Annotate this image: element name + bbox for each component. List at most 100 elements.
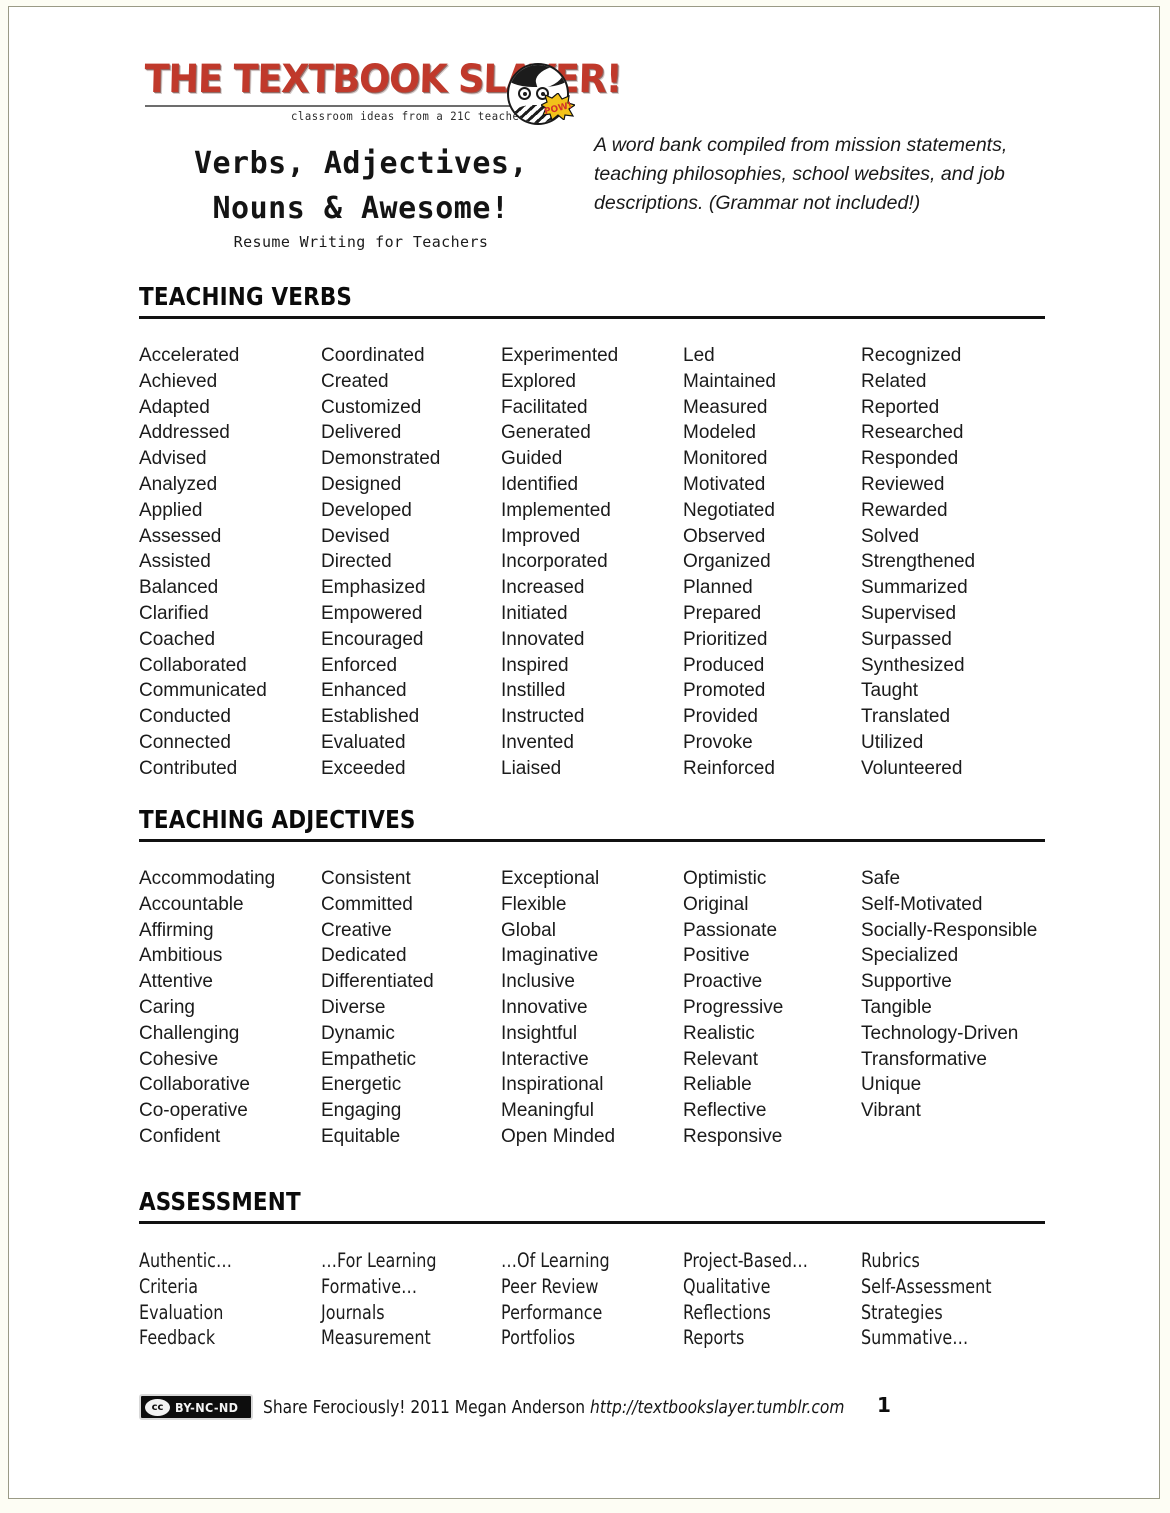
word-item: Original xyxy=(683,893,749,915)
word-item: Prepared xyxy=(683,602,762,624)
word-item: Co-operative xyxy=(139,1100,248,1122)
mascot-eye-left xyxy=(518,87,531,100)
brand-tagline: classroom ideas from a 21C teacher xyxy=(291,109,527,123)
word-item: Evaluated xyxy=(321,731,406,753)
word-item: Devised xyxy=(321,525,390,547)
word-item: Enforced xyxy=(321,654,398,676)
word-item: Balanced xyxy=(139,577,219,599)
word-item: Innovated xyxy=(501,628,585,650)
word-item: Improved xyxy=(501,525,581,547)
word-item: Strategies xyxy=(861,1300,943,1324)
word-item: Meaningful xyxy=(501,1100,594,1122)
word-item: Socially-Responsible xyxy=(861,919,1038,941)
word-item: Imaginative xyxy=(501,945,599,967)
word-item: Customized xyxy=(321,396,422,418)
word-item: Taught xyxy=(861,680,919,702)
word-item: Addressed xyxy=(139,422,230,444)
word-item: Peer Review xyxy=(501,1274,599,1298)
word-item: Communicated xyxy=(139,680,267,702)
word-grid-adjectives: Accommodating Accountable Affirming Ambitio… xyxy=(139,866,1045,1150)
word-item: Promoted xyxy=(683,680,766,702)
word-column: Consistent Committed Creative Dedicated Diff… xyxy=(321,866,501,1150)
word-item: Responsive xyxy=(683,1125,783,1147)
section-heading-adjectives: TEACHING ADJECTIVES xyxy=(139,805,416,834)
word-column: …Of Learning Peer Review Performance Portfo… xyxy=(501,1248,683,1351)
word-item: Motivated xyxy=(683,473,766,495)
word-item: Project-Based… xyxy=(683,1249,808,1272)
word-item: Exceptional xyxy=(501,868,600,889)
word-item: Feedback xyxy=(139,1326,216,1350)
cc-icon: cc xyxy=(145,1398,170,1416)
page-content: THE TEXTBOOK SLAYER! classroom ideas fro… xyxy=(9,7,1159,1498)
word-item: Encouraged xyxy=(321,628,424,650)
word-item: Energetic xyxy=(321,1074,402,1096)
section-divider-assessment xyxy=(139,1221,1045,1224)
word-item: Achieved xyxy=(139,370,218,392)
word-item: Tangible xyxy=(861,996,932,1018)
word-item: Reinforced xyxy=(683,757,775,779)
word-item: Implemented xyxy=(501,499,611,521)
word-item: Inclusive xyxy=(501,971,575,993)
word-item: Proactive xyxy=(683,971,763,993)
word-item: Led xyxy=(683,345,715,366)
word-item: Established xyxy=(321,706,420,728)
footer-url-link[interactable]: http://textbookslayer.tumblr.com xyxy=(590,1397,844,1418)
word-item: Affirming xyxy=(139,919,214,941)
word-item: …For Learning xyxy=(321,1249,437,1272)
word-item: Invented xyxy=(501,731,574,753)
word-item: Realistic xyxy=(683,1022,755,1044)
word-item: Explored xyxy=(501,370,576,392)
word-column: …For Learning Formative… Journals Measureme… xyxy=(321,1248,501,1351)
word-item: Vibrant xyxy=(861,1100,921,1122)
word-item: Progressive xyxy=(683,996,784,1018)
creative-commons-badge: cc BY-NC-ND xyxy=(139,1394,254,1420)
word-item: Interactive xyxy=(501,1048,589,1070)
word-item: Accountable xyxy=(139,893,244,915)
word-item: Authentic… xyxy=(139,1249,232,1272)
word-item: Diverse xyxy=(321,996,386,1018)
word-item: Conducted xyxy=(139,706,231,728)
word-item: Provoke xyxy=(683,731,753,753)
word-item: Reported xyxy=(861,396,940,418)
word-grid-verbs: Accelerated Achieved Adapted Addressed Advis… xyxy=(139,343,1045,782)
word-item: Open Minded xyxy=(501,1125,616,1147)
word-item: Creative xyxy=(321,919,392,941)
document-page: THE TEXTBOOK SLAYER! classroom ideas fro… xyxy=(8,6,1160,1499)
word-item: Performance xyxy=(501,1300,603,1324)
word-item: Volunteered xyxy=(861,757,963,779)
word-item: Global xyxy=(501,919,556,941)
word-column: Accommodating Accountable Affirming Ambitio… xyxy=(139,866,321,1150)
word-column: Authentic… Criteria Evaluation Feedback xyxy=(139,1248,321,1351)
word-item: Demonstrated xyxy=(321,448,441,470)
word-item: Supervised xyxy=(861,602,957,624)
word-item: Delivered xyxy=(321,422,402,444)
word-column: Accelerated Achieved Adapted Addressed Advis… xyxy=(139,343,321,782)
word-item: Flexible xyxy=(501,893,567,915)
footer-credit-label: Share Ferociously! 2011 Megan Anderson xyxy=(263,1396,591,1418)
word-item: Caring xyxy=(139,996,195,1018)
word-column: Led Maintained Measured Modeled Monitored Mot… xyxy=(683,343,861,782)
word-item: Empowered xyxy=(321,602,423,624)
word-item: Strengthened xyxy=(861,551,976,573)
word-item: Facilitated xyxy=(501,396,588,418)
page-title: Verbs, Adjectives, Nouns & Awesome! xyxy=(151,141,571,231)
word-item: Inspired xyxy=(501,654,569,676)
word-item: Consistent xyxy=(321,868,411,889)
word-item: Self-Assessment xyxy=(861,1274,992,1298)
word-item: Researched xyxy=(861,422,964,444)
word-item: Maintained xyxy=(683,370,776,392)
word-item: Prioritized xyxy=(683,628,768,650)
word-item: Committed xyxy=(321,893,413,915)
page-title-line1: Verbs, Adjectives, xyxy=(193,146,529,181)
word-item: Assisted xyxy=(139,551,211,573)
word-column: Recognized Related Reported Researched Respo… xyxy=(861,343,1045,782)
word-item: Instilled xyxy=(501,680,566,702)
word-item: Attentive xyxy=(139,971,213,993)
word-item: Organized xyxy=(683,551,771,573)
word-item: Summative… xyxy=(861,1326,969,1350)
word-item: Surpassed xyxy=(861,628,952,650)
word-item: Synthesized xyxy=(861,654,965,676)
word-item: Measured xyxy=(683,396,768,418)
word-item: Liaised xyxy=(501,757,562,779)
word-item: Challenging xyxy=(139,1022,240,1044)
